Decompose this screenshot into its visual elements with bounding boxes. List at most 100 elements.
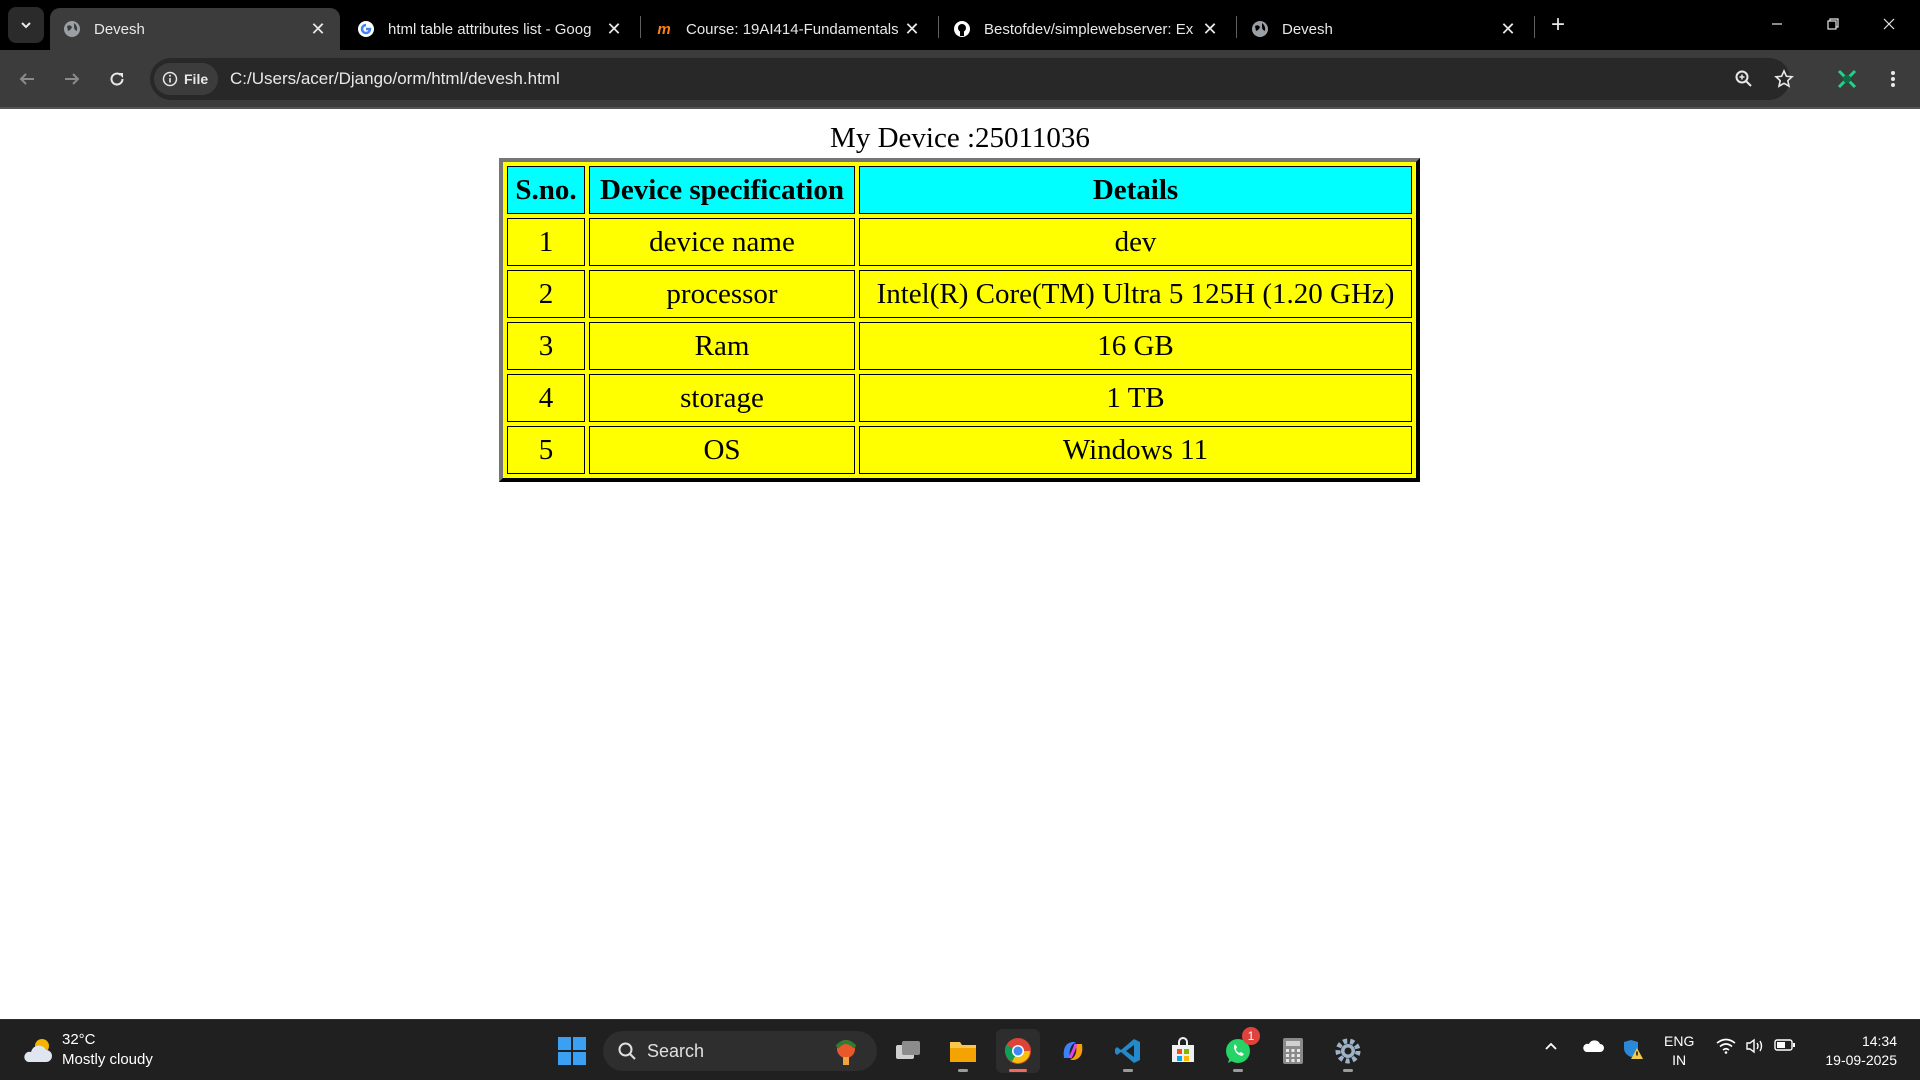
arrow-left-icon bbox=[19, 73, 34, 85]
minimize-button[interactable] bbox=[1754, 8, 1800, 40]
start-button[interactable] bbox=[550, 1029, 594, 1073]
url-text[interactable]: C:/Users/acer/Django/orm/html/devesh.htm… bbox=[230, 58, 560, 100]
tab-close-icon[interactable]: ✕ bbox=[600, 15, 628, 43]
tab-title: Bestofdev/simplewebserver: Ex bbox=[984, 20, 1194, 38]
moodle-icon: m bbox=[657, 20, 671, 38]
tab-title: html table attributes list - Goog bbox=[388, 20, 592, 38]
tab-strip: Devesh ✕ html table attributes list - Go… bbox=[0, 0, 1920, 50]
clock-time: 14:34 bbox=[1861, 1033, 1897, 1049]
tab-github[interactable]: Bestofdev/simplewebserver: Ex ✕ bbox=[940, 8, 1232, 50]
cell-sno: 5 bbox=[507, 426, 585, 474]
cloud-sun-icon bbox=[24, 1039, 52, 1062]
file-explorer-icon bbox=[950, 1042, 976, 1062]
active-indicator bbox=[1009, 1069, 1027, 1072]
task-view-icon bbox=[896, 1041, 920, 1059]
bookmark-star-icon[interactable] bbox=[1772, 67, 1796, 91]
vscode-button[interactable] bbox=[1106, 1029, 1150, 1073]
cloud-icon bbox=[1583, 1040, 1604, 1052]
site-info-chip[interactable]: File bbox=[154, 63, 219, 95]
battery-icon bbox=[1774, 1039, 1795, 1051]
security-tray[interactable] bbox=[1622, 1038, 1644, 1060]
new-tab-button[interactable]: + bbox=[1543, 10, 1573, 40]
zoom-icon[interactable] bbox=[1732, 67, 1756, 91]
volume-tray[interactable] bbox=[1745, 1038, 1765, 1054]
taskbar: 32°C Mostly cloudy Search 1 ENG IN 14:34… bbox=[0, 1019, 1920, 1080]
chrome-button[interactable] bbox=[996, 1029, 1040, 1073]
tab-title: Devesh bbox=[94, 20, 145, 38]
table-row: 3 Ram 16 GB bbox=[507, 322, 1412, 370]
search-label: Search bbox=[647, 1040, 705, 1061]
menu-button[interactable] bbox=[1876, 62, 1910, 96]
taskbar-search[interactable]: Search bbox=[603, 1031, 877, 1071]
show-hidden-icons-button[interactable] bbox=[1543, 1038, 1559, 1054]
device-table: S.no. Device specification Details 1 dev… bbox=[499, 158, 1420, 482]
tab-separator bbox=[938, 16, 939, 38]
weather-temp: 32°C bbox=[62, 1031, 96, 1048]
store-button[interactable] bbox=[1161, 1029, 1205, 1073]
header-sno: S.no. bbox=[507, 166, 585, 214]
forward-button[interactable] bbox=[55, 62, 89, 96]
tab-search-button[interactable] bbox=[8, 7, 44, 43]
tab-close-icon[interactable]: ✕ bbox=[898, 15, 926, 43]
github-icon bbox=[952, 19, 972, 39]
close-icon bbox=[1883, 18, 1895, 30]
whatsapp-button[interactable]: 1 bbox=[1216, 1027, 1260, 1073]
file-explorer-button[interactable] bbox=[941, 1029, 985, 1073]
onedrive-tray[interactable] bbox=[1582, 1038, 1604, 1054]
close-window-button[interactable] bbox=[1866, 8, 1912, 40]
tab-devesh[interactable]: Devesh ✕ bbox=[1238, 8, 1530, 50]
more-vertical-icon bbox=[1891, 71, 1895, 87]
tab-close-icon[interactable]: ✕ bbox=[1196, 15, 1224, 43]
table-row: 4 storage 1 TB bbox=[507, 374, 1412, 422]
weather-widget[interactable]: 32°C Mostly cloudy bbox=[20, 1030, 153, 1070]
wifi-tray[interactable] bbox=[1716, 1038, 1736, 1054]
search-icon bbox=[617, 1041, 637, 1061]
speaker-icon bbox=[1746, 1038, 1763, 1054]
search-highlight-icon bbox=[829, 1035, 863, 1072]
browser-toolbar: File C:/Users/acer/Django/orm/html/deves… bbox=[0, 50, 1920, 107]
web-page: My Device :25011036 S.no. Device specifi… bbox=[0, 109, 1920, 1019]
info-icon bbox=[162, 71, 178, 87]
tab-google-search[interactable]: html table attributes list - Goog ✕ bbox=[344, 8, 636, 50]
tab-close-icon[interactable]: ✕ bbox=[1494, 15, 1522, 43]
tab-title: Course: 19AI414-Fundamentals bbox=[686, 20, 898, 38]
cell-detail: dev bbox=[859, 218, 1412, 266]
running-indicator bbox=[1123, 1069, 1133, 1072]
table-row: 5 OS Windows 11 bbox=[507, 426, 1412, 474]
extension-button[interactable] bbox=[1830, 62, 1864, 96]
language-indicator[interactable]: ENG IN bbox=[1664, 1032, 1694, 1070]
language-region: IN bbox=[1672, 1052, 1687, 1068]
tab-separator bbox=[1236, 16, 1237, 38]
cell-detail: 1 TB bbox=[859, 374, 1412, 422]
chevron-down-icon bbox=[21, 22, 31, 29]
tab-close-icon[interactable]: ✕ bbox=[304, 15, 332, 43]
cell-detail: Windows 11 bbox=[859, 426, 1412, 474]
restore-button[interactable] bbox=[1810, 8, 1856, 40]
cell-detail: Intel(R) Core(TM) Ultra 5 125H (1.20 GHz… bbox=[859, 270, 1412, 318]
globe-icon bbox=[62, 19, 82, 39]
cell-sno: 4 bbox=[507, 374, 585, 422]
header-details: Details bbox=[859, 166, 1412, 214]
store-icon bbox=[1172, 1037, 1194, 1062]
running-indicator bbox=[1233, 1069, 1243, 1072]
chevron-up-icon bbox=[1545, 1042, 1557, 1050]
tab-devesh-active[interactable]: Devesh ✕ bbox=[50, 8, 340, 50]
notification-badge: 1 bbox=[1242, 1027, 1260, 1045]
table-row: 2 processor Intel(R) Core(TM) Ultra 5 12… bbox=[507, 270, 1412, 318]
cell-sno: 1 bbox=[507, 218, 585, 266]
back-button[interactable] bbox=[10, 62, 44, 96]
address-bar[interactable]: File C:/Users/acer/Django/orm/html/deves… bbox=[150, 58, 1794, 100]
task-view-button[interactable] bbox=[886, 1029, 930, 1073]
language-code: ENG bbox=[1664, 1033, 1695, 1049]
cell-detail: 16 GB bbox=[859, 322, 1412, 370]
tab-course[interactable]: m Course: 19AI414-Fundamentals ✕ bbox=[642, 8, 934, 50]
battery-tray[interactable] bbox=[1774, 1038, 1796, 1052]
reload-button[interactable] bbox=[100, 62, 134, 96]
system-clock[interactable]: 14:34 19-09-2025 bbox=[1812, 1032, 1897, 1070]
calculator-button[interactable] bbox=[1271, 1029, 1315, 1073]
table-row: 1 device name dev bbox=[507, 218, 1412, 266]
copilot-button[interactable] bbox=[1051, 1029, 1095, 1073]
settings-button[interactable] bbox=[1326, 1029, 1370, 1073]
calculator-icon bbox=[1283, 1038, 1303, 1064]
wifi-icon bbox=[1716, 1038, 1736, 1054]
